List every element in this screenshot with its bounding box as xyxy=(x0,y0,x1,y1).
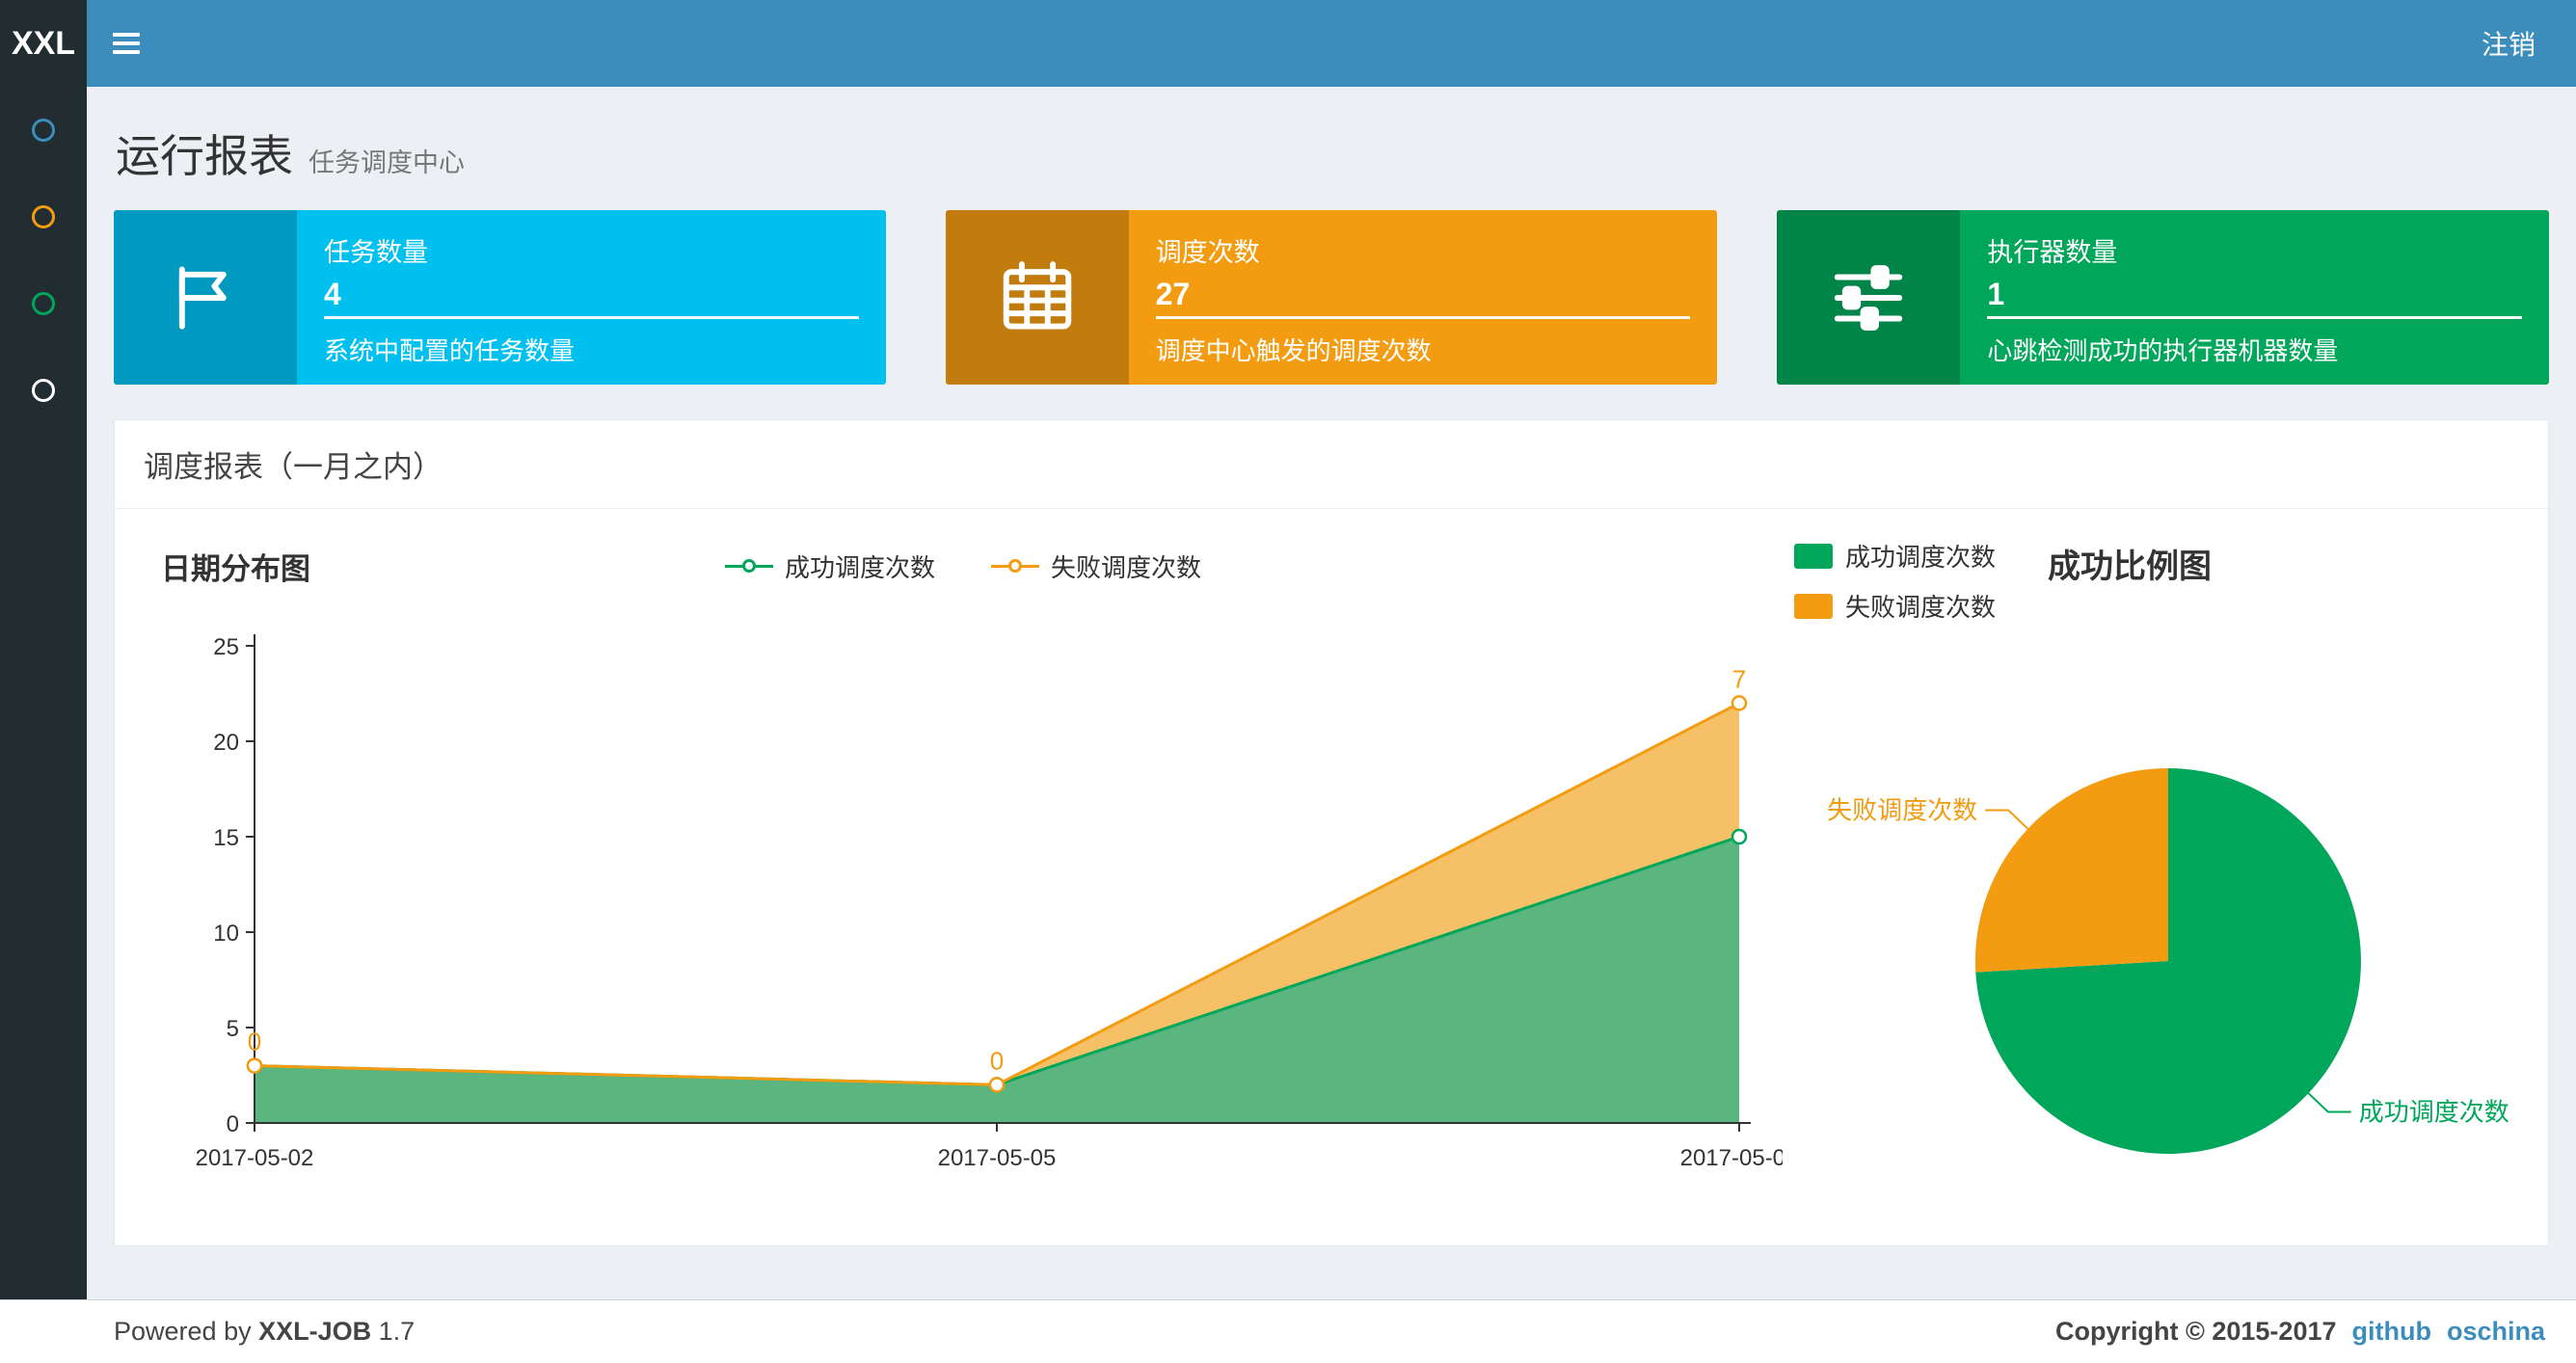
swatch-icon xyxy=(1794,543,1833,569)
legend-label: 成功调度次数 xyxy=(784,552,935,582)
info-box-value: 27 xyxy=(1155,277,1191,311)
point-label: 7 xyxy=(1732,664,1746,693)
legend-item-fail[interactable]: 失败调度次数 xyxy=(991,548,1201,584)
info-box-title: 任务数量 xyxy=(324,238,428,267)
line-chart-legend: 成功调度次数 失败调度次数 xyxy=(144,534,1783,598)
logout-link[interactable]: 注销 xyxy=(2441,0,2576,87)
legend-item-fail[interactable]: 失败调度次数 xyxy=(1794,588,1996,624)
circle-icon xyxy=(32,292,55,315)
page-footer: Powered by XXL-JOB 1.7 Copyright © 2015-… xyxy=(0,1299,2576,1363)
pie-slice-1 xyxy=(1974,768,2168,973)
product-version: 1.7 xyxy=(378,1317,416,1346)
legend-item-success[interactable]: 成功调度次数 xyxy=(1794,538,1996,574)
progress-line xyxy=(1155,316,1691,319)
pie-label-line xyxy=(1985,809,2029,830)
info-box-body: 任务数量 4 系统中配置的任务数量 xyxy=(297,210,886,385)
sidebar-item-1[interactable] xyxy=(0,87,87,174)
oschina-link[interactable]: oschina xyxy=(2447,1317,2545,1347)
panel-body: 日期分布图 成功调度次数 失败调度次数 0 5 10 15 20 25 2017-05-02… xyxy=(115,509,2548,1245)
progress-line xyxy=(324,316,859,319)
powered-by: Powered by XXL-JOB 1.7 xyxy=(114,1317,415,1347)
info-box-description: 系统中配置的任务数量 xyxy=(324,336,576,365)
sidebar-item-2[interactable] xyxy=(0,174,87,260)
point-label: 0 xyxy=(990,1046,1004,1075)
success-ratio-chart: 成功调度次数 失败调度次数 成功比例图 成功调度次数 失败调度次数 xyxy=(1783,534,2554,1207)
pie-chart-legend: 成功调度次数 失败调度次数 xyxy=(1794,538,1996,624)
legend-label: 失败调度次数 xyxy=(1051,552,1202,582)
report-panel: 调度报表（一月之内） 日期分布图 成功调度次数 失败调度次数 0 5 10 15… xyxy=(114,419,2549,1246)
panel-title: 调度报表（一月之内） xyxy=(115,420,2548,509)
info-box-jobs: 任务数量 4 系统中配置的任务数量 xyxy=(114,210,886,385)
info-box-value: 1 xyxy=(1987,277,2005,311)
calendar-icon xyxy=(945,210,1129,385)
info-box-triggers: 调度次数 27 调度中心触发的调度次数 xyxy=(945,210,1718,385)
progress-line xyxy=(1987,316,2523,319)
pie-chart-svg: 成功调度次数 失败调度次数 xyxy=(1827,768,2509,1154)
page-title: 运行报表 xyxy=(116,131,293,181)
pie-chart-header: 成功调度次数 失败调度次数 成功比例图 xyxy=(1783,534,2554,624)
circle-icon xyxy=(32,119,55,142)
info-box-body: 执行器数量 1 心跳检测成功的执行器机器数量 xyxy=(1960,210,2549,385)
app-logo[interactable]: XXL xyxy=(0,0,87,87)
main-content: 运行报表 任务调度中心 任务数量 4 系统中配置的任务数量 调度次数 27 调度… xyxy=(87,87,2576,1246)
flag-icon xyxy=(114,210,297,385)
page-subtitle: 任务调度中心 xyxy=(309,148,465,177)
y-tick-label: 25 xyxy=(213,634,239,660)
info-box-description: 调度中心触发的调度次数 xyxy=(1155,336,1432,365)
x-tick-label: 2017-05-08 xyxy=(1680,1145,1783,1171)
info-box-row: 任务数量 4 系统中配置的任务数量 调度次数 27 调度中心触发的调度次数 执行… xyxy=(114,210,2550,385)
info-box-title: 执行器数量 xyxy=(1987,238,2118,267)
hamburger-icon xyxy=(113,28,140,59)
circle-icon xyxy=(32,205,55,228)
y-tick-label: 15 xyxy=(213,825,239,851)
legend-label: 成功调度次数 xyxy=(1845,543,1997,572)
legend-label: 失败调度次数 xyxy=(1845,593,1997,622)
sidebar xyxy=(0,87,87,1299)
fail-point xyxy=(988,1077,1006,1093)
footer-right: Copyright © 2015-2017 github oschina xyxy=(2055,1317,2545,1347)
y-tick-label: 10 xyxy=(213,921,239,947)
copyright-text: Copyright © 2015-2017 xyxy=(2054,1317,2337,1346)
sidebar-item-4[interactable] xyxy=(0,347,87,434)
line-marker-icon xyxy=(991,558,1039,574)
info-box-description: 心跳检测成功的执行器机器数量 xyxy=(1987,336,2339,365)
fail-point xyxy=(1731,695,1748,711)
date-distribution-chart: 日期分布图 成功调度次数 失败调度次数 0 5 10 15 20 25 2017-05-02… xyxy=(144,534,1798,1207)
legend-item-success[interactable]: 成功调度次数 xyxy=(724,548,935,584)
line-marker-icon xyxy=(724,558,773,574)
info-box-executors: 执行器数量 1 心跳检测成功的执行器机器数量 xyxy=(1777,210,2550,385)
product-name: XXL-JOB xyxy=(258,1317,372,1346)
sidebar-item-3[interactable] xyxy=(0,260,87,347)
github-link[interactable]: github xyxy=(2352,1317,2431,1347)
sliders-icon xyxy=(1777,210,1961,385)
sidebar-toggle-button[interactable] xyxy=(87,0,166,87)
y-tick-label: 5 xyxy=(227,1016,239,1042)
line-chart-header: 日期分布图 成功调度次数 失败调度次数 xyxy=(144,534,1783,598)
powered-prefix: Powered by xyxy=(114,1317,252,1346)
info-box-value: 4 xyxy=(324,277,341,311)
success-point xyxy=(1731,828,1748,845)
swatch-icon xyxy=(1794,593,1833,619)
info-box-title: 调度次数 xyxy=(1155,238,1260,267)
pie-label: 失败调度次数 xyxy=(1827,796,1977,825)
x-tick-label: 2017-05-02 xyxy=(196,1145,314,1171)
page-header: 运行报表 任务调度中心 xyxy=(114,87,2549,210)
y-tick-label: 20 xyxy=(213,730,239,756)
point-label: 0 xyxy=(248,1028,261,1056)
line-chart-svg: 05101520252017-05-022017-05-052017-05-08… xyxy=(196,634,1798,1171)
circle-icon xyxy=(32,379,55,402)
pie-label: 成功调度次数 xyxy=(2359,1098,2509,1127)
x-tick-label: 2017-05-05 xyxy=(938,1145,1057,1171)
y-tick-label: 0 xyxy=(227,1111,239,1137)
fail-point xyxy=(246,1057,263,1074)
top-navbar: XXL 注销 xyxy=(0,0,2576,87)
pie-label-line xyxy=(2307,1092,2351,1113)
pie-chart-title: 成功比例图 xyxy=(2048,548,2213,585)
info-box-body: 调度次数 27 调度中心触发的调度次数 xyxy=(1129,210,1718,385)
